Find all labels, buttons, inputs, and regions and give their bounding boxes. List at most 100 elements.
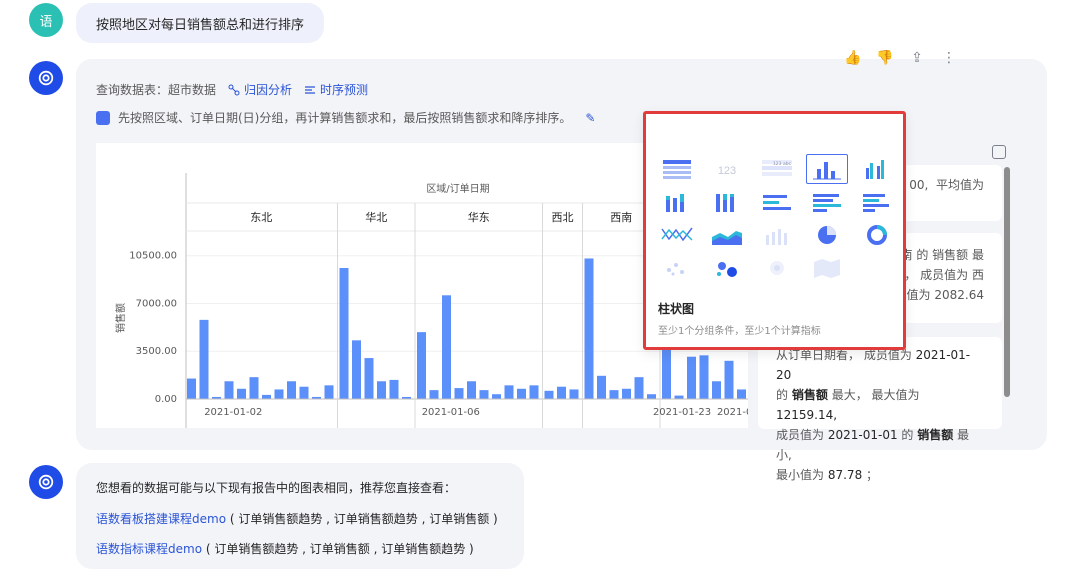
copy-icon[interactable] bbox=[992, 145, 1006, 159]
stacked-column-icon-glyph bbox=[666, 194, 684, 212]
bar bbox=[479, 390, 489, 399]
scatter-chart-icon[interactable] bbox=[656, 253, 698, 283]
chart-type-subtitle: 至少1个分组条件，至少1个计算指标 bbox=[658, 326, 821, 337]
bar-chart-icon-glyph bbox=[763, 195, 791, 210]
bar bbox=[622, 388, 631, 399]
percent-column-icon[interactable] bbox=[706, 187, 748, 217]
attribution-analysis-link[interactable]: 归因分析 bbox=[228, 81, 292, 98]
donut-chart-icon[interactable] bbox=[856, 220, 898, 250]
number-card-icon[interactable]: 123 bbox=[706, 154, 748, 184]
insight-3-text: 最大， 最大值为 bbox=[831, 388, 920, 402]
x-tick-label: 2021-01-23 bbox=[653, 407, 711, 418]
donut-chart-icon-glyph bbox=[867, 225, 887, 245]
bubble-chart-icon[interactable] bbox=[706, 253, 748, 283]
group-label: 华东 bbox=[468, 210, 490, 224]
table-icon[interactable] bbox=[656, 154, 698, 184]
forecast-label: 时序预测 bbox=[320, 83, 369, 97]
y-tick-label: 7000.00 bbox=[136, 298, 177, 309]
report-detail: ( 订单销售额趋势 , 订单销售额 , 订单销售额趋势 ) bbox=[202, 542, 474, 556]
edit-icon[interactable]: ✎ bbox=[585, 111, 595, 125]
table-icon-glyph bbox=[663, 160, 691, 179]
map-icon-glyph bbox=[814, 259, 840, 278]
recommendation-item[interactable]: 语数指标课程demo ( 订单销售额趋势 , 订单销售额 , 订单销售额趋势 ) bbox=[96, 540, 474, 557]
grouped-column-icon[interactable] bbox=[856, 154, 898, 184]
grouped-column-icon-glyph bbox=[866, 160, 884, 179]
svg-text:123 abc: 123 abc bbox=[773, 161, 792, 167]
insight-3-min-date: 2021-01-01 bbox=[827, 428, 898, 442]
bar bbox=[674, 395, 684, 399]
y-tick-label: 3500.00 bbox=[136, 346, 177, 357]
bar bbox=[712, 381, 721, 399]
area-chart-icon[interactable] bbox=[706, 220, 748, 250]
stacked-bar-icon[interactable] bbox=[856, 187, 898, 217]
query-description: 先按照区域、订单日期(日)分组，再计算销售额求和，最后按照销售额求和降序排序。 … bbox=[96, 109, 595, 126]
insight-3-metric: 销售额 bbox=[917, 428, 954, 442]
group-label: 西北 bbox=[552, 211, 574, 224]
bar-chart-icon[interactable] bbox=[756, 187, 798, 217]
bar bbox=[417, 332, 426, 399]
heatmap-icon[interactable] bbox=[756, 253, 798, 283]
answer-actions: 👍 👎 ⇪ ⋮ bbox=[843, 48, 959, 68]
insight-scrollbar[interactable] bbox=[1004, 167, 1010, 397]
bar bbox=[262, 394, 271, 399]
bar bbox=[467, 381, 476, 399]
combo-chart-icon[interactable] bbox=[756, 220, 798, 250]
insight-1-value: 00, bbox=[909, 178, 929, 192]
heatmap-icon-glyph bbox=[770, 261, 784, 275]
stacked-column-icon[interactable] bbox=[656, 187, 698, 217]
bar bbox=[224, 381, 234, 399]
bar bbox=[429, 390, 439, 399]
recommendation-item[interactable]: 语数看板搭建课程demo ( 订单销售额趋势 , 订单销售额趋势 , 订单销售额… bbox=[96, 510, 498, 527]
insight-3-text: ； bbox=[866, 468, 879, 482]
chart-title: 区域/订单日期 bbox=[426, 182, 489, 195]
report-link[interactable]: 语数指标课程demo bbox=[96, 542, 202, 556]
report-link[interactable]: 语数看板搭建课程demo bbox=[96, 512, 226, 526]
detail-table-icon[interactable]: 123 abc bbox=[756, 154, 798, 184]
chart-type-grid: 123 123 abc bbox=[656, 154, 900, 286]
insight-3-text: 最小值为 bbox=[776, 468, 825, 482]
y-tick-label: 0.00 bbox=[155, 394, 177, 405]
x-tick-label: 2021-01-02 bbox=[204, 407, 262, 418]
area-chart-icon-glyph bbox=[712, 231, 742, 245]
share-icon[interactable]: ⇪ bbox=[907, 48, 927, 68]
bar bbox=[724, 360, 734, 399]
bar bbox=[287, 381, 296, 399]
shield-icon bbox=[96, 110, 110, 125]
like-icon[interactable]: 👍 bbox=[843, 48, 863, 68]
dislike-icon[interactable]: 👎 bbox=[875, 48, 895, 68]
line-chart-icon[interactable] bbox=[656, 220, 698, 250]
x-tick-label: 2021-01-06 bbox=[422, 407, 480, 418]
time-series-forecast-link[interactable]: 时序预测 bbox=[304, 81, 368, 98]
column-chart-icon[interactable] bbox=[806, 154, 848, 184]
group-label: 华北 bbox=[365, 210, 387, 224]
bar bbox=[557, 386, 566, 399]
attribution-icon bbox=[228, 84, 240, 95]
attribution-label: 归因分析 bbox=[244, 83, 293, 97]
line-chart-icon-glyph bbox=[661, 227, 693, 242]
bot-logo-icon bbox=[38, 474, 54, 490]
forecast-icon bbox=[305, 85, 316, 94]
y-axis-label: 销售额 bbox=[114, 303, 127, 333]
stacked-bar-icon-glyph bbox=[863, 194, 889, 212]
bar bbox=[699, 355, 709, 399]
pie-chart-icon[interactable] bbox=[806, 220, 848, 250]
group-label: 西南 bbox=[610, 211, 632, 224]
percent-column-icon-glyph bbox=[716, 194, 734, 212]
description-text: 先按照区域、订单日期(日)分组，再计算销售额求和，最后按照销售额求和降序排序。 bbox=[118, 111, 572, 125]
insight-1-label: 平均值为 bbox=[935, 178, 984, 192]
grouped-bar-icon[interactable] bbox=[806, 187, 848, 217]
bar bbox=[647, 394, 656, 399]
user-avatar: 语 bbox=[29, 3, 63, 37]
bar bbox=[299, 386, 309, 399]
scatter-chart-icon-glyph bbox=[667, 263, 684, 276]
bar bbox=[249, 377, 259, 399]
more-icon[interactable]: ⋮ bbox=[939, 48, 959, 68]
group-label: 东北 bbox=[250, 211, 272, 224]
bar bbox=[529, 385, 539, 399]
bar bbox=[274, 389, 284, 399]
query-table-label: 查询数据表：超市数据 bbox=[96, 83, 217, 97]
user-question-text: 按照地区对每日销售额总和进行排序 bbox=[96, 17, 305, 33]
bot-avatar bbox=[29, 465, 63, 499]
map-icon[interactable] bbox=[806, 253, 848, 283]
bar bbox=[737, 389, 746, 399]
